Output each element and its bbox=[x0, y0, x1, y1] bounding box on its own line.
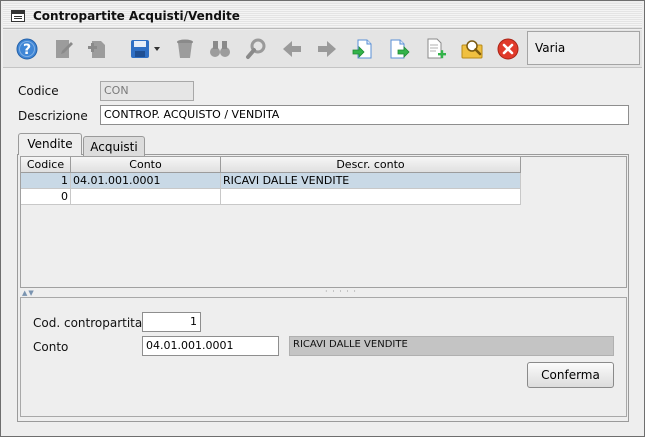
cell-codice[interactable]: 1 bbox=[21, 173, 71, 189]
find-doc-button[interactable] bbox=[458, 36, 486, 62]
conto-description-field: RICAVI DALLE VENDITE bbox=[289, 336, 614, 356]
toolbar: ? Varia bbox=[3, 30, 642, 68]
conferma-button[interactable]: Conferma bbox=[527, 362, 614, 388]
conto-field[interactable]: 04.01.001.0001 bbox=[142, 336, 279, 356]
conto-label: Conto bbox=[33, 340, 69, 354]
window-icon bbox=[11, 10, 25, 22]
main-window: Contropartite Acquisti/Vendite ? Varia C… bbox=[0, 0, 645, 437]
cell-conto[interactable] bbox=[71, 189, 221, 205]
arrow-left-icon bbox=[283, 41, 301, 57]
binoculars-icon bbox=[210, 41, 230, 57]
varia-label: Varia bbox=[535, 41, 566, 55]
table-header: Codice Conto Descr. conto bbox=[21, 157, 521, 173]
edit-button[interactable] bbox=[49, 36, 77, 62]
find-doc-icon bbox=[461, 40, 483, 59]
edit-icon bbox=[56, 40, 73, 58]
column-header-codice[interactable]: Codice bbox=[21, 157, 71, 173]
save-button[interactable] bbox=[126, 36, 164, 62]
codice-field[interactable]: CON bbox=[100, 81, 194, 101]
next-button[interactable] bbox=[313, 36, 341, 62]
column-header-conto[interactable]: Conto bbox=[71, 157, 221, 173]
help-icon: ? bbox=[16, 38, 38, 60]
cod-contropartita-label: Cod. contropartita bbox=[33, 316, 143, 330]
title-bar[interactable]: Contropartite Acquisti/Vendite bbox=[3, 3, 642, 29]
cell-conto[interactable]: 04.01.001.0001 bbox=[71, 173, 221, 189]
new-icon bbox=[88, 41, 105, 58]
export-button[interactable] bbox=[386, 36, 414, 62]
delete-button[interactable] bbox=[171, 36, 199, 62]
add-doc-button[interactable] bbox=[422, 36, 450, 62]
varia-menu[interactable]: Varia bbox=[527, 31, 640, 65]
previous-button[interactable] bbox=[278, 36, 306, 62]
window-title: Contropartite Acquisti/Vendite bbox=[33, 9, 240, 23]
cell-descr-conto[interactable] bbox=[221, 189, 521, 205]
detail-panel: Cod. contropartita 1 Conto 04.01.001.000… bbox=[20, 297, 627, 417]
column-header-descr-conto[interactable]: Descr. conto bbox=[221, 157, 521, 173]
table-row[interactable]: 1 04.01.001.0001 RICAVI DALLE VENDITE bbox=[21, 173, 521, 189]
delete-icon bbox=[177, 39, 193, 58]
descrizione-field[interactable]: CONTROP. ACQUISTO / VENDITA bbox=[100, 105, 629, 125]
add-doc-icon bbox=[427, 38, 446, 59]
import-button[interactable] bbox=[349, 36, 377, 62]
save-icon bbox=[131, 40, 160, 58]
tab-acquisti[interactable]: Acquisti bbox=[83, 136, 145, 156]
descrizione-label: Descrizione bbox=[18, 109, 88, 123]
collapse-arrows-icon[interactable]: ▲▼ bbox=[22, 289, 35, 297]
cell-descr-conto[interactable]: RICAVI DALLE VENDITE bbox=[221, 173, 521, 189]
export-doc-icon bbox=[390, 39, 410, 59]
table-row[interactable]: 0 bbox=[21, 189, 521, 205]
drag-handle-icon[interactable]: · · · · · bbox=[325, 287, 357, 296]
tab-vendite[interactable]: Vendite bbox=[18, 133, 82, 155]
binoculars-button[interactable] bbox=[206, 36, 234, 62]
close-icon bbox=[497, 38, 519, 60]
import-doc-icon bbox=[352, 39, 372, 59]
split-pane-divider[interactable]: ▲▼ · · · · · bbox=[20, 287, 627, 297]
arrow-right-icon bbox=[318, 41, 336, 57]
close-button[interactable] bbox=[494, 36, 522, 62]
cell-codice[interactable]: 0 bbox=[21, 189, 71, 205]
search-button[interactable] bbox=[242, 36, 270, 62]
help-button[interactable]: ? bbox=[13, 36, 41, 62]
codice-label: Codice bbox=[18, 84, 59, 98]
contropartite-table: Codice Conto Descr. conto 1 04.01.001.00… bbox=[20, 156, 627, 288]
cod-contropartita-field[interactable]: 1 bbox=[142, 312, 201, 332]
new-button[interactable] bbox=[84, 36, 112, 62]
search-icon bbox=[246, 38, 266, 59]
svg-text:?: ? bbox=[23, 42, 31, 58]
